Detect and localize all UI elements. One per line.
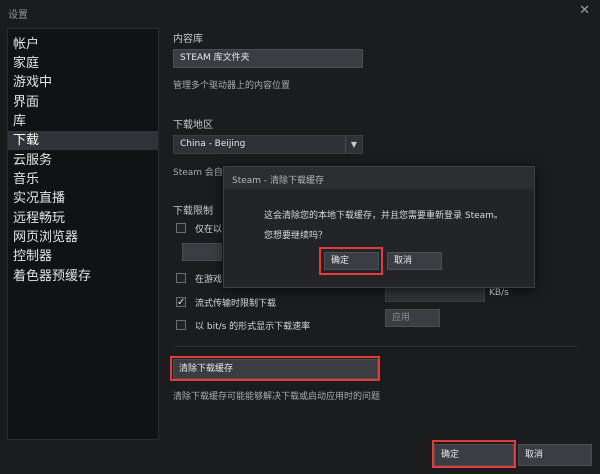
region-hint: Steam 会自 [173, 168, 223, 178]
sidebar-item-in-game[interactable]: 游戏中 [8, 73, 158, 92]
bits-per-second-label: 以 bit/s 的形式显示下载速率 [195, 322, 311, 332]
limit-hours-label: 仅在以 [195, 225, 223, 235]
sidebar-item-controller[interactable]: 控制器 [8, 247, 158, 266]
sidebar-item-remote-play[interactable]: 远程畅玩 [8, 209, 158, 228]
cancel-button[interactable]: 取消 [518, 444, 592, 466]
dialog-ok-highlight [319, 247, 383, 275]
close-icon[interactable]: ✕ [579, 3, 590, 18]
ok-button-highlight [432, 440, 516, 468]
sidebar-item-shader-cache[interactable]: 着色器预缓存 [8, 267, 158, 286]
clear-cache-dialog: Steam - 清除下载缓存 这会清除您的本地下载缓存，并且您需要重新登录 St… [223, 166, 535, 288]
chevron-down-icon: ▼ [345, 136, 362, 153]
download-region-label: 下载地区 [173, 120, 213, 131]
sidebar-item-account[interactable]: 帐户 [8, 35, 158, 54]
bits-per-second-checkbox[interactable] [176, 320, 186, 330]
sidebar-item-downloads[interactable]: 下载 [8, 131, 158, 150]
download-region-value: China - Beijing [180, 139, 246, 149]
clear-cache-highlight [170, 356, 380, 381]
library-hint: 管理多个驱动器上的内容位置 [173, 81, 291, 91]
dialog-title: Steam - 清除下载缓存 [232, 176, 325, 186]
time-select[interactable] [182, 243, 222, 261]
limit-hours-checkbox[interactable] [176, 223, 186, 233]
title-bar [0, 0, 600, 26]
in-game-label: 在游戏 [195, 275, 223, 285]
download-region-select[interactable]: China - Beijing ▼ [173, 135, 363, 154]
streaming-limit-label: 流式传输时限制下载 [195, 299, 277, 309]
sidebar-item-family[interactable]: 家庭 [8, 54, 158, 73]
section-divider [173, 346, 578, 347]
streaming-limit-checkbox[interactable] [176, 297, 186, 307]
dialog-message-line1: 这会清除您的本地下载缓存，并且您需要重新登录 Steam。 [264, 211, 503, 221]
window-title: 设置 [8, 10, 28, 21]
sidebar-item-interface[interactable]: 界面 [8, 93, 158, 112]
dialog-message-line2: 您想要继续吗？ [264, 231, 328, 241]
clear-cache-hint: 清除下载缓存可能能够解决下载或启动应用时的问题 [173, 392, 381, 402]
in-game-checkbox[interactable] [176, 273, 186, 283]
sidebar-item-web-browser[interactable]: 网页浏览器 [8, 228, 158, 247]
sidebar-item-library[interactable]: 库 [8, 112, 158, 131]
sidebar-item-music[interactable]: 音乐 [8, 170, 158, 189]
download-restrictions-label: 下载限制 [173, 206, 213, 217]
library-folders-button[interactable]: STEAM 库文件夹 [173, 49, 363, 68]
sidebar-item-cloud[interactable]: 云服务 [8, 151, 158, 170]
bandwidth-unit: KB/s [489, 288, 509, 298]
content-library-label: 内容库 [173, 34, 203, 45]
sidebar-item-broadcasting[interactable]: 实况直播 [8, 189, 158, 208]
dialog-cancel-button[interactable]: 取消 [387, 252, 442, 270]
apply-button[interactable]: 应用 [385, 309, 440, 327]
settings-sidebar: 帐户 家庭 游戏中 界面 库 下载 云服务 音乐 实况直播 远程畅玩 网页浏览器… [7, 28, 159, 440]
